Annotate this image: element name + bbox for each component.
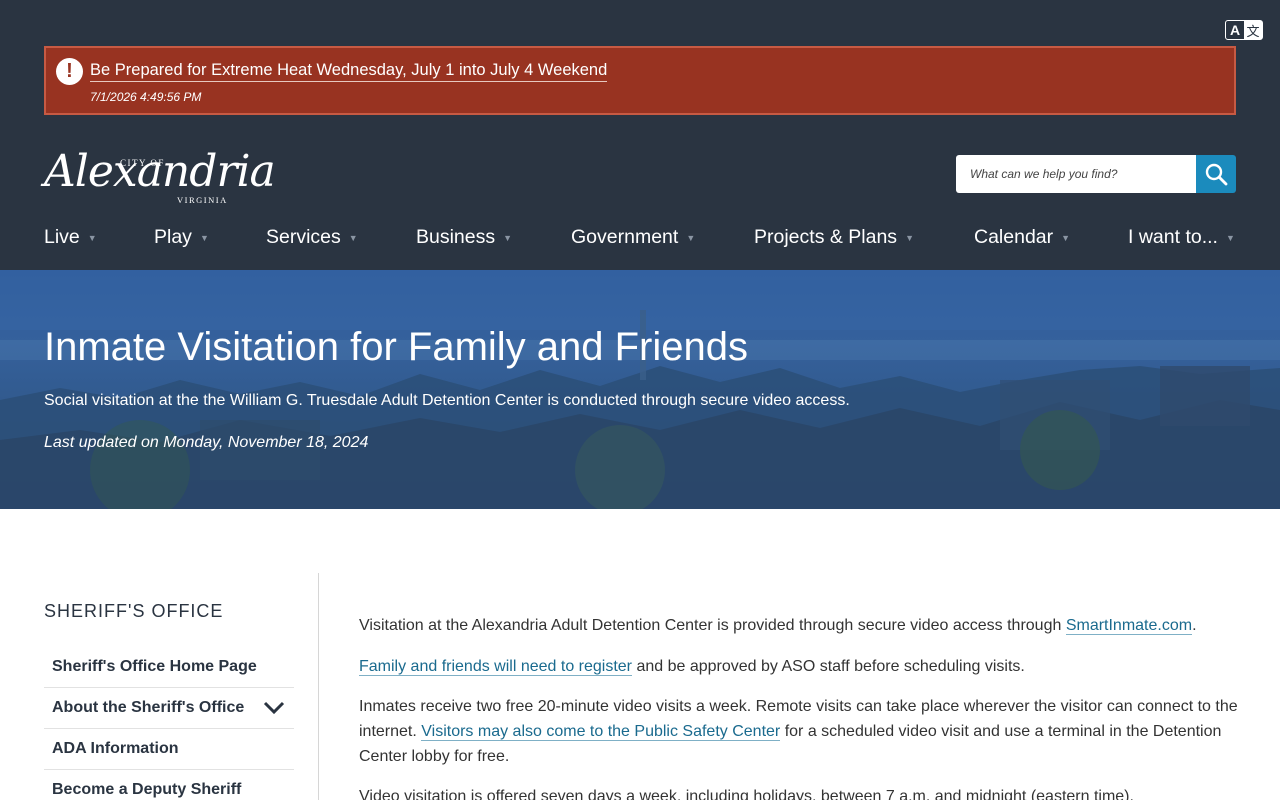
nav-item-play[interactable]: Play ▼: [154, 226, 209, 249]
content-paragraph: Inmates receive two free 20-minute video…: [359, 694, 1239, 769]
public-safety-center-link[interactable]: Visitors may also come to the Public Saf…: [421, 723, 781, 741]
sidebar-item-label: About the Sheriff's Office: [52, 699, 245, 716]
paragraph-text: .: [1192, 617, 1197, 634]
content-paragraph: Visitation at the Alexandria Adult Deten…: [359, 613, 1239, 638]
nav-item-label: Play: [154, 226, 192, 248]
search-button[interactable]: [1196, 155, 1236, 193]
nav-item-projects-plans[interactable]: Projects & Plans ▼: [754, 226, 914, 249]
last-updated: Last updated on Monday, November 18, 202…: [44, 434, 369, 451]
chevron-down-icon[interactable]: [262, 699, 286, 717]
sidebar-item-deputy[interactable]: Become a Deputy Sheriff: [44, 770, 294, 800]
search-input[interactable]: [956, 155, 1196, 193]
caret-down-icon: ▼: [87, 232, 97, 243]
nav-item-label: Business: [416, 226, 496, 248]
translate-icon-cjk: 文: [1246, 24, 1260, 40]
alert-timestamp: 7/1/2026 4:49:56 PM: [90, 90, 202, 104]
sidebar-item-label: Become a Deputy Sheriff: [52, 781, 242, 798]
nav-item-label: Services: [266, 226, 341, 248]
logo-state: VIRGINIA: [177, 195, 228, 205]
nav-item-services[interactable]: Services ▼: [266, 226, 358, 249]
caret-down-icon: ▼: [1061, 232, 1071, 243]
paragraph-text: Visitation at the Alexandria Adult Deten…: [359, 617, 1066, 634]
main-navigation: Live ▼ Play ▼ Services ▼ Business ▼ Governme…: [44, 226, 1236, 256]
paragraph-text: and be approved by ASO staff before sche…: [632, 658, 1025, 675]
sidebar-item-about[interactable]: About the Sheriff's Office: [44, 688, 294, 729]
search-icon: [1205, 163, 1228, 186]
site-search: [956, 155, 1236, 193]
content-paragraph: Video visitation is offered seven days a…: [359, 788, 1134, 800]
nav-item-business[interactable]: Business ▼: [416, 226, 512, 249]
nav-item-label: Live: [44, 226, 80, 248]
nav-item-label: Government: [571, 226, 679, 248]
emergency-alert-banner: ! Be Prepared for Extreme Heat Wednesday…: [44, 46, 1236, 115]
nav-item-live[interactable]: Live ▼: [44, 226, 97, 249]
nav-item-label: Projects & Plans: [754, 226, 898, 248]
sidebar-title: SHERIFF'S OFFICE: [44, 601, 224, 621]
site-header: A 文 ! Be Prepared for Extreme Heat Wedne…: [0, 0, 1280, 270]
page-hero: Inmate Visitation for Family and Friends…: [0, 270, 1280, 509]
nav-item-i-want-to[interactable]: I want to... ▼: [1128, 226, 1235, 249]
smartinmate-link[interactable]: SmartInmate.com: [1065, 617, 1193, 635]
hero-cityscape-image: [0, 270, 1280, 509]
register-link[interactable]: Family and friends will need to register: [359, 658, 633, 676]
caret-down-icon: ▼: [348, 232, 358, 243]
caret-down-icon: ▼: [686, 232, 696, 243]
sidebar-item-ada[interactable]: ADA Information: [44, 729, 294, 770]
nav-item-government[interactable]: Government ▼: [571, 226, 695, 249]
sidebar-item-label: Sheriff's Office Home Page: [52, 658, 257, 675]
page-subtitle: Social visitation at the the William G. …: [44, 392, 850, 409]
page-title: Inmate Visitation for Family and Friends: [44, 325, 749, 369]
exclamation-icon: !: [56, 58, 83, 85]
nav-item-label: Calendar: [974, 226, 1054, 248]
city-logo[interactable]: CITY OF Alexandria VIRGINIA: [44, 138, 276, 210]
content-paragraph: Family and friends will need to register…: [359, 654, 1239, 679]
nav-item-calendar[interactable]: Calendar ▼: [974, 226, 1070, 249]
logo-name: Alexandria: [44, 146, 276, 197]
sidebar-item-home[interactable]: Sheriff's Office Home Page: [44, 647, 294, 688]
nav-item-label: I want to...: [1128, 226, 1218, 248]
caret-down-icon: ▼: [199, 232, 209, 243]
translate-icon-latin: A: [1226, 21, 1244, 39]
caret-down-icon: ▼: [1225, 232, 1235, 243]
caret-down-icon: ▼: [905, 232, 914, 243]
caret-down-icon: ▼: [503, 232, 513, 243]
translate-button[interactable]: A 文: [1225, 20, 1263, 40]
sidebar-nav: SHERIFF'S OFFICE Sheriff's Office Home P…: [44, 573, 319, 800]
sidebar-item-label: ADA Information: [52, 740, 179, 757]
alert-title-link[interactable]: Be Prepared for Extreme Heat Wednesday, …: [90, 61, 608, 82]
